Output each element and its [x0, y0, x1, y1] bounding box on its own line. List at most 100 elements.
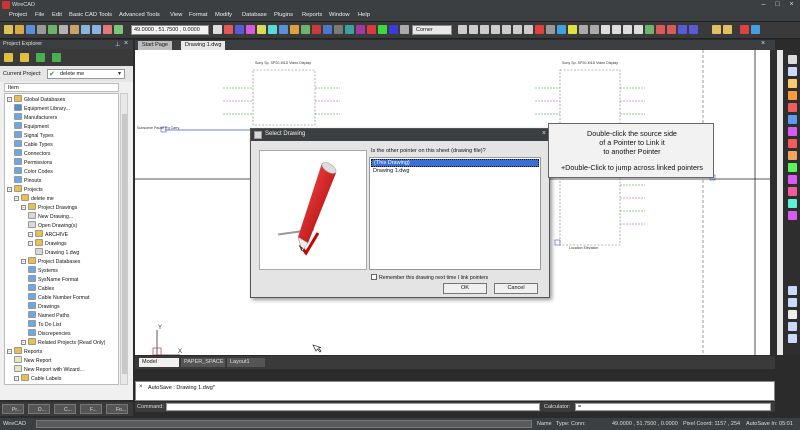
folder-icon[interactable] [20, 53, 29, 62]
pointer-link-icon[interactable] [645, 25, 654, 34]
tab-layout1[interactable]: Layout1 [227, 358, 265, 367]
trim-tool-icon[interactable] [312, 25, 321, 34]
menu-basic-cad-tools[interactable]: Basic CAD Tools [69, 12, 112, 18]
menu-reports[interactable]: Reports [302, 12, 322, 18]
expand-toggle-icon[interactable]: − [7, 187, 12, 192]
wire-icon[interactable] [656, 25, 665, 34]
tree-node[interactable]: Discrepencies [28, 329, 71, 338]
redo-arrow-icon[interactable] [723, 25, 732, 34]
delete-icon[interactable] [103, 25, 112, 34]
select-icon[interactable] [788, 67, 797, 76]
select-arrow-icon[interactable] [213, 25, 222, 34]
menu-help[interactable]: Help [358, 12, 370, 18]
close-panel-icon[interactable]: × [124, 40, 128, 47]
connector-icon[interactable] [689, 25, 698, 34]
zoom-window-icon[interactable] [480, 25, 489, 34]
tree-node[interactable]: − Project Databases [21, 257, 80, 266]
calculator-icon[interactable] [634, 25, 643, 34]
drawing-listbox[interactable]: (This Drawing) Drawing 1.dwg [369, 157, 541, 270]
tree-node[interactable]: − Drawings [28, 239, 67, 248]
tree-node[interactable]: − Project Drawings [21, 203, 77, 212]
coordinates-input[interactable]: 49.0000 , 51.7500 , 0.0000 [131, 25, 209, 35]
ok-button[interactable]: OK [443, 283, 487, 294]
tree-node[interactable]: − Cable Labels [14, 374, 61, 383]
paste-icon[interactable] [70, 25, 79, 34]
terminal-icon[interactable] [788, 187, 797, 196]
layer-icon[interactable] [114, 25, 123, 34]
menu-window[interactable]: Window [329, 12, 350, 18]
stop-icon[interactable] [740, 25, 749, 34]
tree-node[interactable]: − Projects [7, 185, 43, 194]
dimension-tool-icon[interactable] [290, 25, 299, 34]
circle-icon[interactable] [788, 175, 797, 184]
undo-icon[interactable] [81, 25, 90, 34]
tree-node[interactable]: SysName Format [28, 275, 78, 284]
extend-tool-icon[interactable] [323, 25, 332, 34]
drawing-option-this[interactable]: (This Drawing) [371, 159, 539, 167]
hand-icon[interactable] [788, 79, 797, 88]
wire-tool-icon[interactable] [788, 103, 797, 112]
layers-icon[interactable] [557, 25, 566, 34]
block-insert-icon[interactable] [535, 25, 544, 34]
tab-paper-space[interactable]: PAPER_SPACE [181, 358, 225, 367]
minimize-icon[interactable]: – [757, 0, 770, 10]
snap-icon[interactable] [367, 25, 376, 34]
cable-tool-icon[interactable] [788, 115, 797, 124]
tree-node[interactable]: New Drawing... [28, 212, 73, 221]
tree-node[interactable]: Permissions [14, 158, 52, 167]
tag-icon[interactable] [788, 211, 797, 220]
close-document-icon[interactable]: × [761, 40, 765, 47]
tree-node[interactable]: − Global Databases [7, 95, 65, 104]
expand-toggle-icon[interactable]: − [14, 196, 19, 201]
menu-advanced-tools[interactable]: Advanced Tools [119, 12, 160, 18]
copy-icon[interactable] [59, 25, 68, 34]
cancel-button[interactable]: Cancel [494, 283, 538, 294]
zoom-all-icon[interactable] [788, 334, 797, 343]
polyline-tool-icon[interactable] [235, 25, 244, 34]
expand-toggle-icon[interactable]: − [7, 349, 12, 354]
linetype-icon[interactable] [579, 25, 588, 34]
undo-arrow-icon[interactable] [712, 25, 721, 34]
area-icon[interactable] [612, 25, 621, 34]
osnap-icon[interactable] [400, 25, 409, 34]
arc-tool-icon[interactable] [246, 25, 255, 34]
expand-toggle-icon[interactable]: − [28, 232, 33, 237]
connector-tool-icon[interactable] [788, 127, 797, 136]
menu-edit[interactable]: Edit [52, 12, 62, 18]
chevron-down-icon[interactable]: ▾ [118, 70, 121, 77]
tree-node[interactable]: Systems [28, 266, 58, 275]
zoom-extents-icon[interactable] [491, 25, 500, 34]
menu-plugins[interactable]: Plugins [274, 12, 293, 18]
scrollbar-thumb[interactable] [122, 114, 127, 374]
print-icon[interactable] [37, 25, 46, 34]
expand-toggle-icon[interactable]: − [21, 259, 26, 264]
tree-node[interactable]: Open Drawing(s) [28, 221, 77, 230]
block-tool-icon[interactable] [788, 163, 797, 172]
tree-node[interactable]: Signal Types [14, 131, 54, 140]
tree-node[interactable]: − delete me [14, 194, 54, 203]
tree-node[interactable]: Pinouts [14, 176, 41, 185]
refresh-tree-icon[interactable] [36, 53, 45, 62]
command-input[interactable] [166, 403, 540, 411]
measure-icon[interactable] [601, 25, 610, 34]
tree-node[interactable]: New Report [14, 356, 51, 365]
menu-project[interactable]: Project [9, 12, 27, 18]
menu-modify[interactable]: Modify [215, 12, 232, 18]
tree-node[interactable]: − Reports [7, 347, 42, 356]
expand-toggle-icon[interactable]: − [7, 97, 12, 102]
expand-toggle-icon[interactable]: − [21, 340, 26, 345]
tree-node[interactable]: Color Codes [14, 167, 53, 176]
tab-model[interactable]: Model [139, 358, 179, 367]
tree-node[interactable]: Equipment [14, 122, 49, 131]
rectangle-tool-icon[interactable] [268, 25, 277, 34]
menu-format[interactable]: Format [189, 12, 207, 18]
save-icon[interactable] [26, 25, 35, 34]
expand-toggle-icon[interactable]: − [21, 205, 26, 210]
zoom-out-side-icon[interactable] [788, 298, 797, 307]
remember-checkbox[interactable]: Remember this drawing next time I link p… [371, 274, 488, 281]
tree-node[interactable]: Named Paths [28, 311, 69, 320]
tree-node[interactable]: Connectors [14, 149, 51, 158]
scroll-up-icon[interactable] [788, 55, 797, 64]
current-project-select[interactable]: delete me [47, 69, 125, 79]
regen-icon[interactable] [524, 25, 533, 34]
